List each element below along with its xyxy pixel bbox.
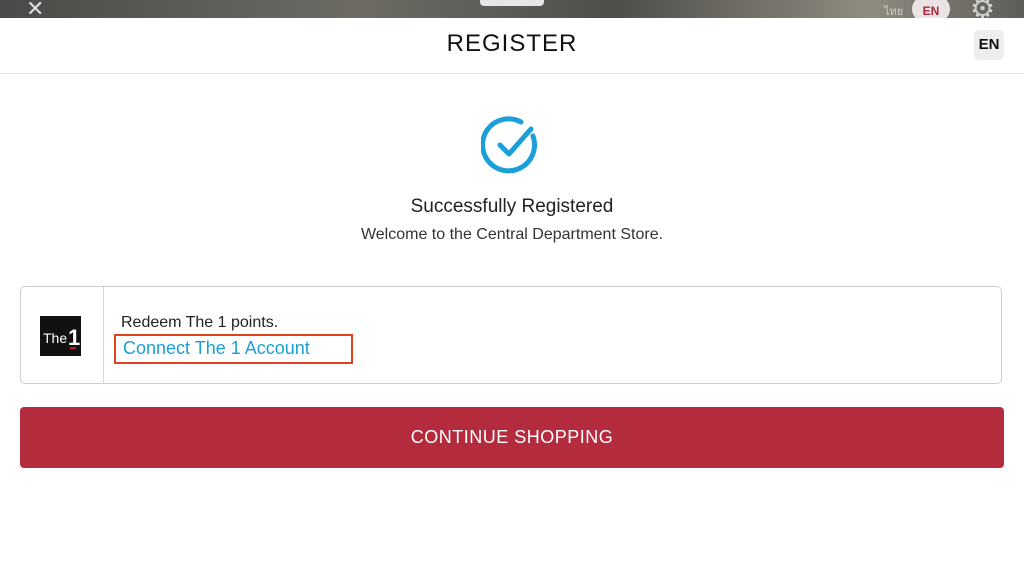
the1-description: Redeem The 1 points. [121, 314, 279, 331]
bg-lang-en[interactable]: EN [912, 0, 950, 18]
the1-logo: The 1 [40, 316, 81, 356]
sheet-header: REGISTER EN [0, 18, 1024, 74]
page-title: REGISTER [446, 30, 578, 57]
sheet-handle[interactable] [480, 0, 544, 6]
close-icon[interactable]: ✕ [26, 0, 44, 18]
the1-logo-text: The [43, 330, 67, 346]
success-title: Successfully Registered [410, 196, 614, 217]
language-button[interactable]: EN [974, 30, 1004, 60]
success-check-icon [480, 114, 543, 176]
the1-logo-cell: The 1 [21, 287, 104, 383]
continue-shopping-button[interactable]: CONTINUE SHOPPING [20, 407, 1004, 468]
the1-card: The 1 Redeem The 1 points. Connect The 1… [20, 286, 1002, 384]
success-subtitle: Welcome to the Central Department Store. [360, 226, 664, 243]
bg-lang-thai[interactable]: ไทย [884, 2, 903, 18]
connect-the1-account-link[interactable]: Connect The 1 Account [114, 334, 353, 364]
the1-logo-number: 1 [68, 325, 80, 350]
gear-icon[interactable]: ⚙ [970, 0, 1000, 18]
register-sheet: REGISTER EN Successfully Registered Welc… [0, 18, 1024, 578]
